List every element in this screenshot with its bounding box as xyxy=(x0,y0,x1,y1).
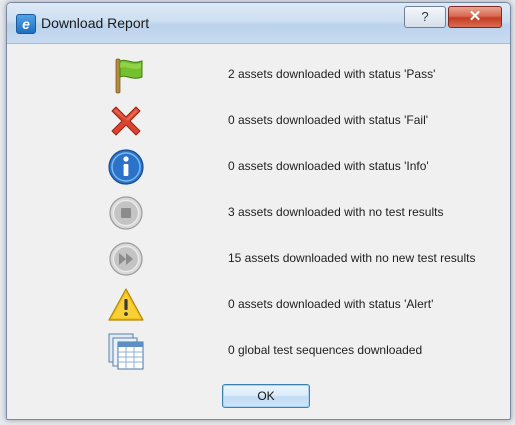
ok-button[interactable]: OK xyxy=(222,384,310,408)
report-row-text: 0 assets downloaded with status 'Fail' xyxy=(228,113,429,127)
download-report-dialog: e Download Report ? ✕ 2 assets downloade… xyxy=(6,2,511,420)
app-e-icon: e xyxy=(16,14,36,34)
report-row-fail: 0 assets downloaded with status 'Fail' xyxy=(7,101,510,141)
report-row-text: 3 assets downloaded with no test results xyxy=(228,205,444,219)
warning-triangle-icon xyxy=(108,288,144,321)
green-flag-icon xyxy=(115,58,143,94)
report-row-text: 0 assets downloaded with status 'Alert' xyxy=(228,297,434,311)
stop-circle-icon xyxy=(109,196,143,230)
report-row-pass: 2 assets downloaded with status 'Pass' xyxy=(7,55,510,95)
fast-forward-circle-icon xyxy=(109,242,143,276)
report-row-info: 0 assets downloaded with status 'Info' xyxy=(7,147,510,187)
window-title: Download Report xyxy=(41,15,150,31)
info-icon xyxy=(108,149,144,185)
sequences-icon xyxy=(108,333,144,370)
close-button[interactable]: ✕ xyxy=(448,6,502,28)
report-row-no-new-results: 15 assets downloaded with no new test re… xyxy=(7,239,510,279)
report-row-no-results: 3 assets downloaded with no test results xyxy=(7,193,510,233)
help-button[interactable]: ? xyxy=(404,6,446,28)
report-row-text: 15 assets downloaded with no new test re… xyxy=(228,251,476,265)
report-content: 2 assets downloaded with status 'Pass' 0… xyxy=(7,44,510,419)
report-row-alert: 0 assets downloaded with status 'Alert' xyxy=(7,285,510,325)
red-x-icon xyxy=(111,106,141,136)
report-row-text: 0 global test sequences downloaded xyxy=(228,343,423,357)
report-row-sequences: 0 global test sequences downloaded xyxy=(7,331,510,371)
title-bar[interactable]: e Download Report ? ✕ xyxy=(7,3,510,44)
report-row-text: 0 assets downloaded with status 'Info' xyxy=(228,159,429,173)
report-row-text: 2 assets downloaded with status 'Pass' xyxy=(228,67,436,81)
